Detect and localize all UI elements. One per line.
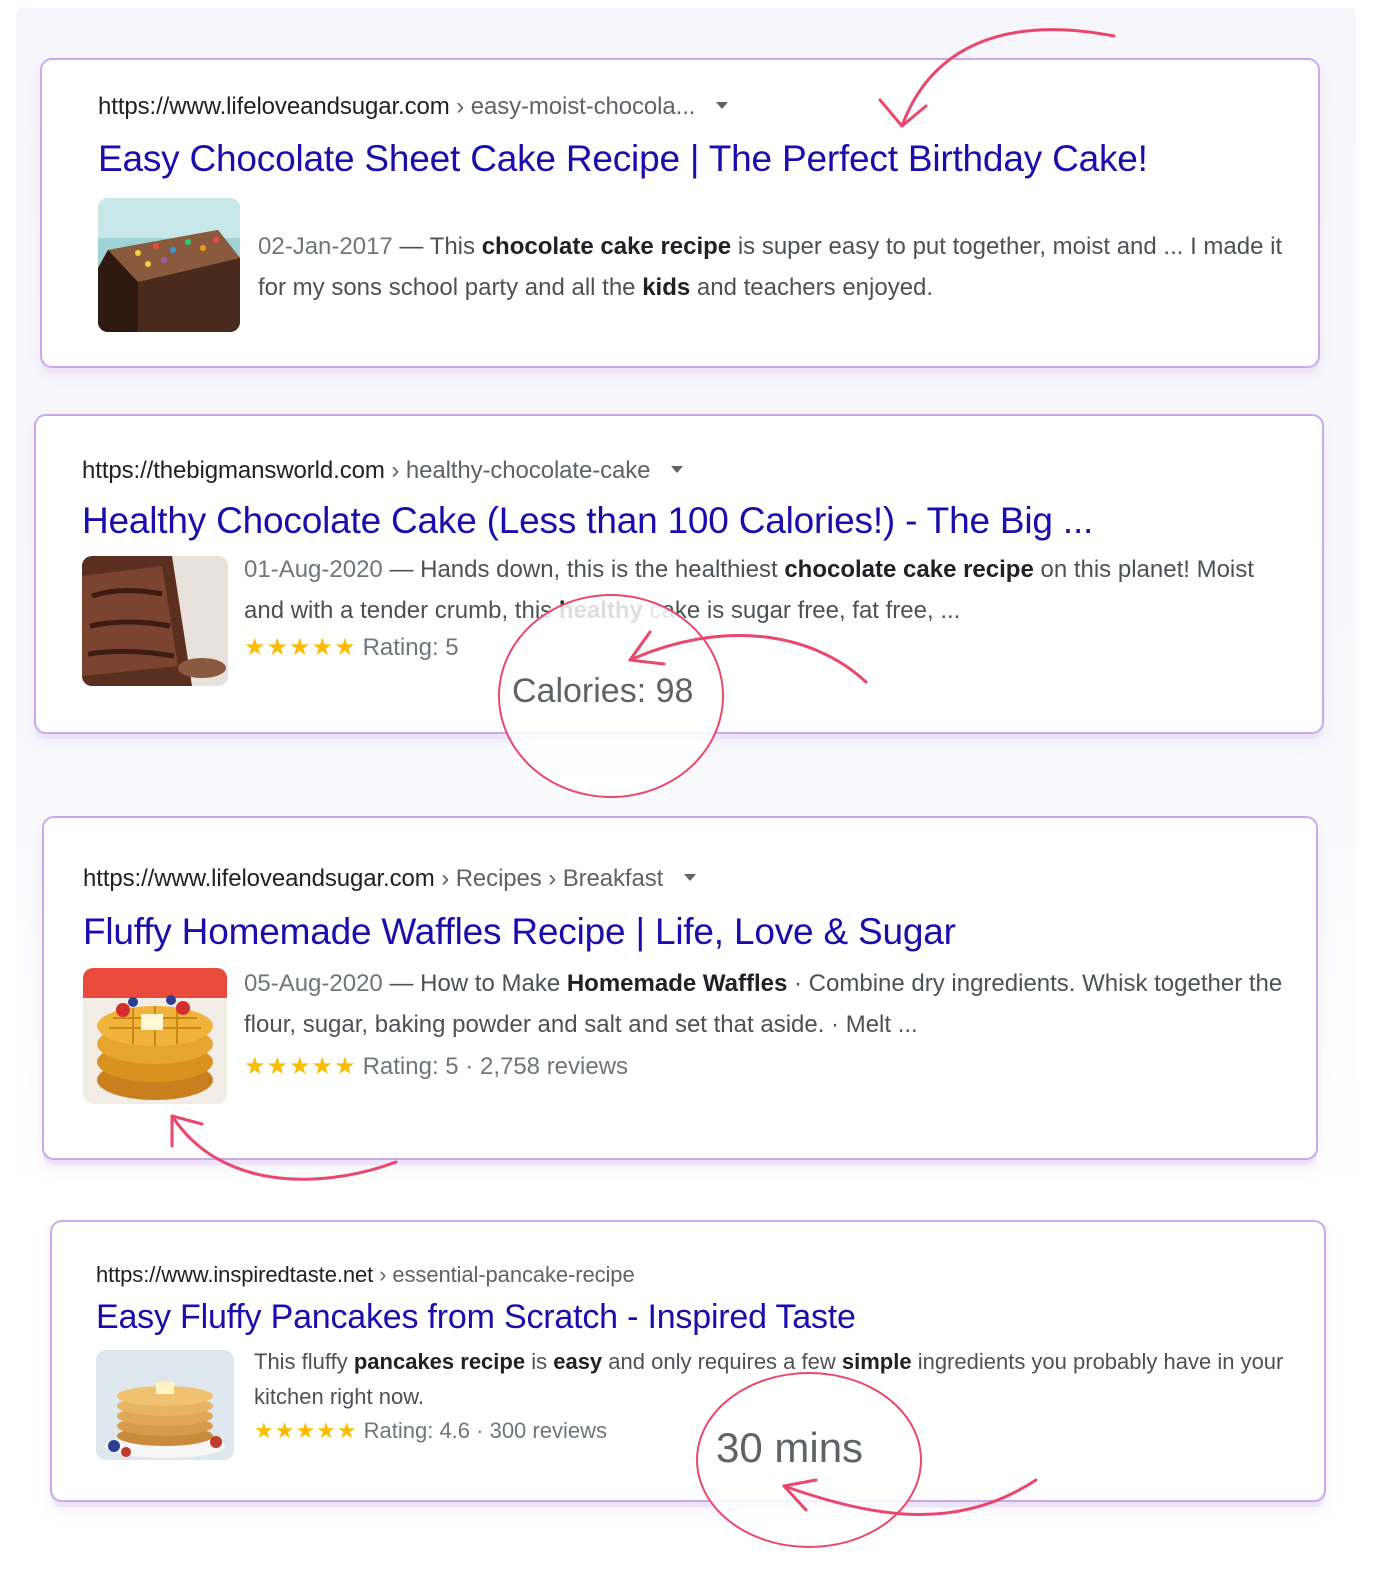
result-snippet: 01-Aug-2020 — Hands down, this is the he…	[244, 549, 1294, 631]
rating-text: Rating: 5	[362, 634, 459, 661]
chocolate-cake-slice-image	[82, 556, 228, 686]
snippet-text: cake is sugar free, fat free, ...	[642, 597, 961, 624]
pancakes-image	[96, 1350, 234, 1460]
rating-text: Rating: 4.6 · 300 reviews	[363, 1418, 607, 1443]
snippet-bold: kids	[642, 274, 691, 301]
time-annotation: 30 mins	[716, 1424, 864, 1471]
snippet-bold: simple	[841, 1349, 912, 1374]
result-date: 01-Aug-2020	[244, 556, 383, 583]
url-breadcrumb: › healthy-chocolate-cake	[391, 457, 651, 484]
rating-row: ★★★★★ Rating: 5 · 2,758 reviews	[244, 1052, 628, 1081]
url-breadcrumb: › easy-moist-chocola...	[456, 93, 696, 120]
result-url[interactable]: https://www.lifeloveandsugar.com › Recip…	[83, 865, 696, 893]
rating-row: ★★★★★ Rating: 5	[244, 633, 459, 662]
url-breadcrumb: › Recipes › Breakfast	[441, 865, 664, 892]
result-thumbnail[interactable]	[82, 556, 228, 686]
rating-row: ★★★★★ Rating: 4.6 · 300 reviews	[254, 1418, 607, 1444]
result-url[interactable]: https://www.inspiredtaste.net › essentia…	[96, 1262, 635, 1288]
rating-text: Rating: 5 · 2,758 reviews	[362, 1053, 629, 1080]
rating-stars-icon: ★★★★★	[244, 1053, 357, 1080]
url-domain: https://www.lifeloveandsugar.com	[98, 93, 450, 120]
snippet-text: — How to Make	[382, 970, 567, 997]
snippet-text: and teachers enjoyed.	[690, 274, 934, 301]
snippet-bold: pancakes recipe	[353, 1349, 526, 1374]
chocolate-cake-image	[98, 198, 240, 332]
rating-stars-icon: ★★★★★	[244, 634, 357, 661]
snippet-text: — This	[392, 233, 482, 260]
snippet-bold: chocolate cake recipe	[481, 233, 732, 260]
result-title-link[interactable]: Healthy Chocolate Cake (Less than 100 Ca…	[82, 500, 1093, 542]
url-domain: https://thebigmansworld.com	[82, 457, 385, 484]
result-thumbnail[interactable]	[83, 968, 227, 1104]
snippet-text: — Hands down, this is the healthiest	[382, 556, 785, 583]
result-snippet: 02-Jan-2017 — This chocolate cake recipe…	[258, 226, 1288, 308]
url-domain: https://www.lifeloveandsugar.com	[83, 865, 435, 892]
snippet-bold: Homemade Waffles	[566, 970, 788, 997]
chevron-down-icon[interactable]	[683, 874, 696, 882]
result-snippet: 05-Aug-2020 — How to Make Homemade Waffl…	[244, 963, 1304, 1045]
url-breadcrumb: › essential-pancake-recipe	[379, 1262, 635, 1287]
result-url[interactable]: https://www.lifeloveandsugar.com › easy-…	[98, 93, 728, 121]
result-title-link[interactable]: Easy Fluffy Pancakes from Scratch - Insp…	[96, 1298, 856, 1337]
chevron-down-icon[interactable]	[671, 466, 684, 474]
result-title-link[interactable]: Fluffy Homemade Waffles Recipe | Life, L…	[83, 911, 956, 953]
snippet-text: and only requires a few	[602, 1349, 842, 1374]
rating-stars-icon: ★★★★★	[254, 1418, 358, 1443]
result-title-link[interactable]: Easy Chocolate Sheet Cake Recipe | The P…	[98, 138, 1148, 180]
snippet-text: is	[525, 1349, 554, 1374]
chevron-down-icon[interactable]	[715, 102, 728, 110]
result-date: 02-Jan-2017	[258, 233, 393, 260]
calories-annotation: Calories: 98	[512, 672, 694, 710]
result-date: 05-Aug-2020	[244, 970, 383, 997]
waffles-image	[83, 968, 227, 1104]
result-thumbnail[interactable]	[98, 198, 240, 332]
snippet-bold: easy	[553, 1349, 603, 1374]
result-url[interactable]: https://thebigmansworld.com › healthy-ch…	[82, 457, 684, 485]
snippet-text: This fluffy	[254, 1349, 354, 1374]
url-domain: https://www.inspiredtaste.net	[96, 1262, 374, 1287]
snippet-bold: chocolate cake recipe	[784, 556, 1034, 583]
result-thumbnail[interactable]	[96, 1350, 234, 1460]
